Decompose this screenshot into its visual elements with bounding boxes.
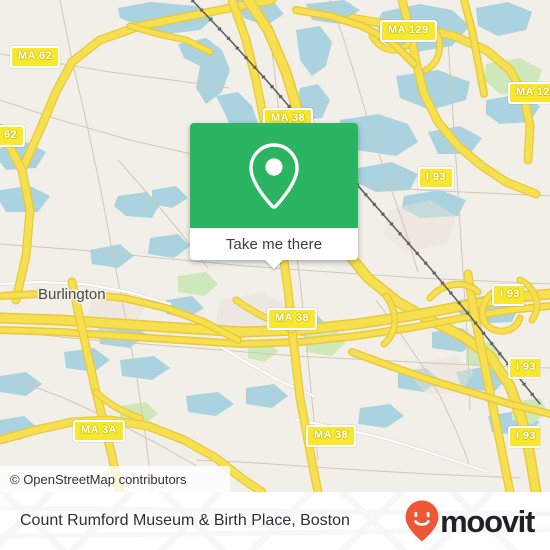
map-attribution[interactable]: © OpenStreetMap contributors — [0, 466, 230, 492]
road-shield-ma129-right: MA 129 — [508, 82, 550, 104]
callout-tail — [264, 259, 284, 269]
footer-bar: Count Rumford Museum & Birth Place, Bost… — [0, 492, 550, 550]
moovit-wordmark: moovit — [440, 503, 535, 539]
map-canvas[interactable]: .w { fill:#aad3df; } .pk { fill:#cfe8b9;… — [0, 0, 550, 492]
road-shield-ma129-top: MA 129 — [380, 20, 437, 42]
destination-callout-card[interactable]: Take me there — [190, 123, 358, 269]
road-shield-i93-lower: I 93 — [508, 357, 540, 379]
callout-marker-panel — [190, 123, 358, 228]
attribution-text: © OpenStreetMap contributors — [10, 471, 187, 487]
place-label-burlington: Burlington — [38, 286, 106, 303]
moovit-map-screenshot: .w { fill:#aad3df; } .pk { fill:#cfe8b9;… — [0, 0, 550, 550]
take-me-there-label: Take me there — [225, 235, 323, 253]
road-shield-i93-upper: I 93 — [418, 167, 454, 189]
moovit-brand-logo: moovit — [405, 500, 550, 542]
road-shield-62: 62 — [0, 125, 26, 147]
road-shield-ma38-mid: MA 38 — [267, 308, 317, 330]
page-title: Count Rumford Museum & Birth Place, Bost… — [20, 512, 350, 529]
callout-cta-bar[interactable]: Take me there — [190, 228, 358, 269]
road-shield-ma62: MA 62 — [10, 46, 60, 68]
map-pin-icon — [249, 142, 299, 209]
moovit-pin-smiley-icon — [405, 500, 439, 541]
road-shield-ma38-south: MA 38 — [306, 425, 356, 447]
road-shield-ma3a: MA 3A — [73, 420, 125, 442]
road-shield-i93-bottom: I 93 — [508, 426, 540, 448]
road-shield-i93-mid: I 93 — [492, 284, 524, 306]
